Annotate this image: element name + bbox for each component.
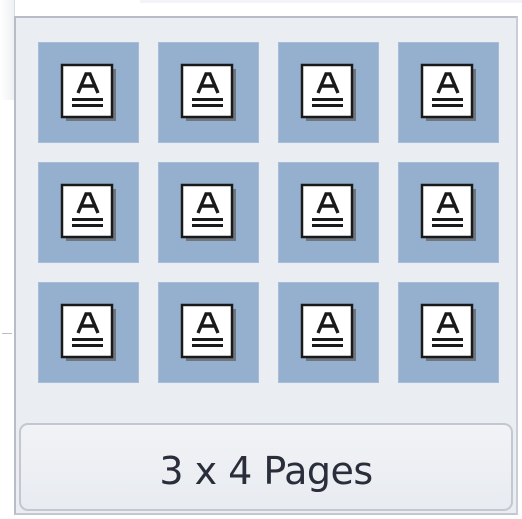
page-with-letter-a-icon xyxy=(179,182,239,244)
page-layout-cell-r2-c4[interactable] xyxy=(398,162,499,263)
screenshot-canvas: 3 x 4 Pages xyxy=(0,0,522,519)
background-window-edge xyxy=(0,0,15,100)
page-with-letter-a-icon xyxy=(299,182,359,244)
page-layout-cell-r2-c2[interactable] xyxy=(158,162,259,263)
page-with-letter-a-icon xyxy=(299,62,359,124)
page-with-letter-a-icon xyxy=(59,62,119,124)
page-with-letter-a-icon xyxy=(59,302,119,364)
page-layout-cell-r2-c1[interactable] xyxy=(38,162,139,263)
page-with-letter-a-icon xyxy=(419,62,479,124)
page-with-letter-a-icon xyxy=(179,62,239,124)
selection-label-button[interactable]: 3 x 4 Pages xyxy=(19,423,513,511)
page-with-letter-a-icon xyxy=(419,182,479,244)
page-with-letter-a-icon xyxy=(419,302,479,364)
page-with-letter-a-icon xyxy=(59,182,119,244)
page-with-letter-a-icon xyxy=(179,302,239,364)
page-layout-cell-r1-c4[interactable] xyxy=(398,42,499,143)
page-with-letter-a-icon xyxy=(299,302,359,364)
multiple-pages-dropdown: 3 x 4 Pages xyxy=(14,16,518,515)
page-layout-cell-r1-c3[interactable] xyxy=(278,42,379,143)
background-divider-tick xyxy=(2,333,12,334)
selection-label: 3 x 4 Pages xyxy=(159,449,373,493)
background-window-top-edge xyxy=(140,0,522,3)
page-layout-cell-r1-c2[interactable] xyxy=(158,42,259,143)
page-layout-cell-r3-c4[interactable] xyxy=(398,282,499,383)
page-layout-cell-r2-c3[interactable] xyxy=(278,162,379,263)
page-layout-cell-r1-c1[interactable] xyxy=(38,42,139,143)
page-layout-cell-r3-c1[interactable] xyxy=(38,282,139,383)
page-layout-grid xyxy=(38,42,499,383)
page-layout-cell-r3-c3[interactable] xyxy=(278,282,379,383)
page-layout-cell-r3-c2[interactable] xyxy=(158,282,259,383)
